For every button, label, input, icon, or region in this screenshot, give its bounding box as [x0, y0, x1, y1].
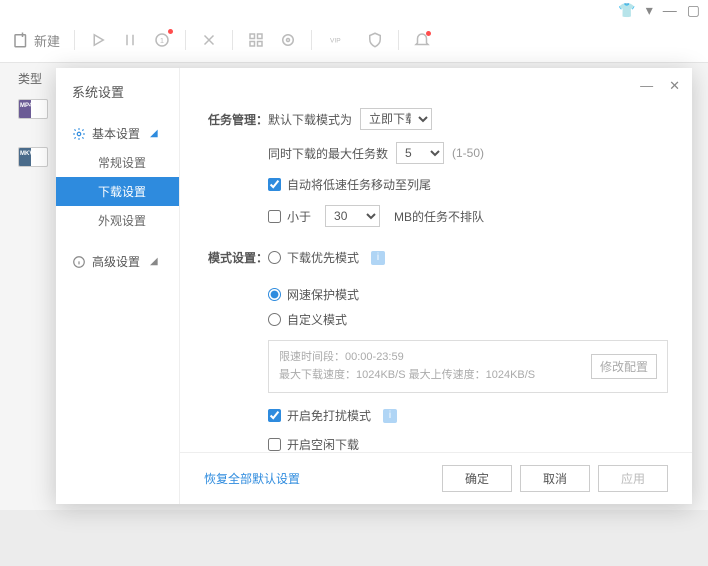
default-mode-select[interactable]: 立即下载 — [360, 108, 432, 130]
mode-radio-protect[interactable] — [268, 288, 281, 301]
edit-config-button[interactable]: 修改配置 — [591, 354, 657, 379]
info-icon — [72, 255, 86, 269]
limit-line-2: 最大下载速度：1024KB/S 最大上传速度：1024KB/S — [279, 367, 535, 385]
max-tasks-label: 同时下载的最大任务数 — [268, 145, 388, 162]
file-thumb-mkv[interactable]: MKV — [18, 147, 48, 167]
mode-section-label: 模式设置： — [204, 249, 268, 266]
dialog-title: 系统设置 — [56, 82, 179, 113]
sidebar-item-download[interactable]: 下载设置 — [56, 177, 179, 206]
minimize-icon[interactable]: — — [663, 2, 677, 18]
limit-line-1: 限速时间段：00:00-23:59 — [279, 349, 535, 367]
auto-move-label: 自动将低速任务移动至列尾 — [287, 176, 431, 193]
sidebar-item-general[interactable]: 常规设置 — [56, 148, 179, 177]
mode-opt2-label: 网速保护模式 — [287, 286, 359, 303]
caret-icon: ◢ — [150, 256, 158, 267]
menu-icon[interactable]: ▾ — [646, 2, 653, 19]
info-icon[interactable]: i — [383, 409, 397, 423]
restore-defaults-link[interactable]: 恢复全部默认设置 — [204, 470, 300, 487]
default-mode-label: 默认下载模式为 — [268, 111, 352, 128]
idle-label: 开启空闲下载 — [287, 436, 359, 453]
new-label: 新建 — [34, 31, 60, 50]
file-thumb-mp4[interactable]: MP4 — [18, 99, 48, 119]
sidebar-group-basic[interactable]: 基本设置 ◢ — [56, 119, 179, 148]
main-toolbar: 新建 1 VIP — [0, 18, 708, 62]
limit-info-box: 限速时间段：00:00-23:59 最大下载速度：1024KB/S 最大上传速度… — [268, 340, 668, 393]
svg-text:1: 1 — [160, 36, 164, 45]
vip-icon[interactable]: VIP — [326, 31, 352, 49]
less-than-suffix: MB的任务不排队 — [394, 208, 484, 225]
bell-icon[interactable] — [413, 31, 431, 49]
dnd-checkbox[interactable] — [268, 409, 281, 422]
task-section-label: 任务管理： — [204, 111, 268, 128]
auto-move-checkbox[interactable] — [268, 178, 281, 191]
svg-text:VIP: VIP — [330, 37, 341, 44]
cancel-button[interactable]: 取消 — [520, 465, 590, 492]
target-icon[interactable] — [279, 31, 297, 49]
less-than-select[interactable]: 30 — [325, 205, 380, 227]
sidebar-item-appearance[interactable]: 外观设置 — [56, 206, 179, 235]
dnd-label: 开启免打扰模式 — [287, 407, 371, 424]
settings-dialog: — ✕ 系统设置 基本设置 ◢ 常规设置 下载设置 外观设置 高级设置 ◢ 任务… — [56, 68, 692, 504]
ok-button[interactable]: 确定 — [442, 465, 512, 492]
mode-radio-priority[interactable] — [268, 251, 281, 264]
shield-icon[interactable] — [366, 31, 384, 49]
pause-icon[interactable] — [121, 31, 139, 49]
mode-opt1-label: 下载优先模式 — [287, 249, 359, 266]
settings-sidebar: 系统设置 基本设置 ◢ 常规设置 下载设置 外观设置 高级设置 ◢ — [56, 68, 180, 504]
grid-icon[interactable] — [247, 31, 265, 49]
mode-radio-custom[interactable] — [268, 313, 281, 326]
max-tasks-select[interactable]: 5 — [396, 142, 444, 164]
type-label: 类型 — [0, 62, 56, 93]
gear-icon — [72, 127, 86, 141]
caret-icon: ◢ — [150, 128, 158, 139]
replay-icon[interactable]: 1 — [153, 31, 171, 49]
settings-content: 任务管理： 默认下载模式为 立即下载 同时下载的最大任务数 5 (1-50) 自… — [180, 68, 692, 504]
max-tasks-hint: (1-50) — [452, 146, 484, 160]
skin-icon[interactable]: 👕 — [618, 2, 635, 19]
sidebar-group-advanced[interactable]: 高级设置 ◢ — [56, 247, 179, 276]
delete-icon[interactable] — [200, 31, 218, 49]
new-button[interactable]: 新建 — [12, 31, 60, 50]
less-than-checkbox[interactable] — [268, 210, 281, 223]
apply-button[interactable]: 应用 — [598, 465, 668, 492]
info-icon[interactable]: i — [371, 251, 385, 265]
less-than-label: 小于 — [287, 208, 311, 225]
mode-opt3-label: 自定义模式 — [287, 311, 347, 328]
close-icon[interactable]: ▢ — [687, 2, 700, 19]
idle-checkbox[interactable] — [268, 438, 281, 451]
new-icon — [12, 31, 30, 49]
play-icon[interactable] — [89, 31, 107, 49]
